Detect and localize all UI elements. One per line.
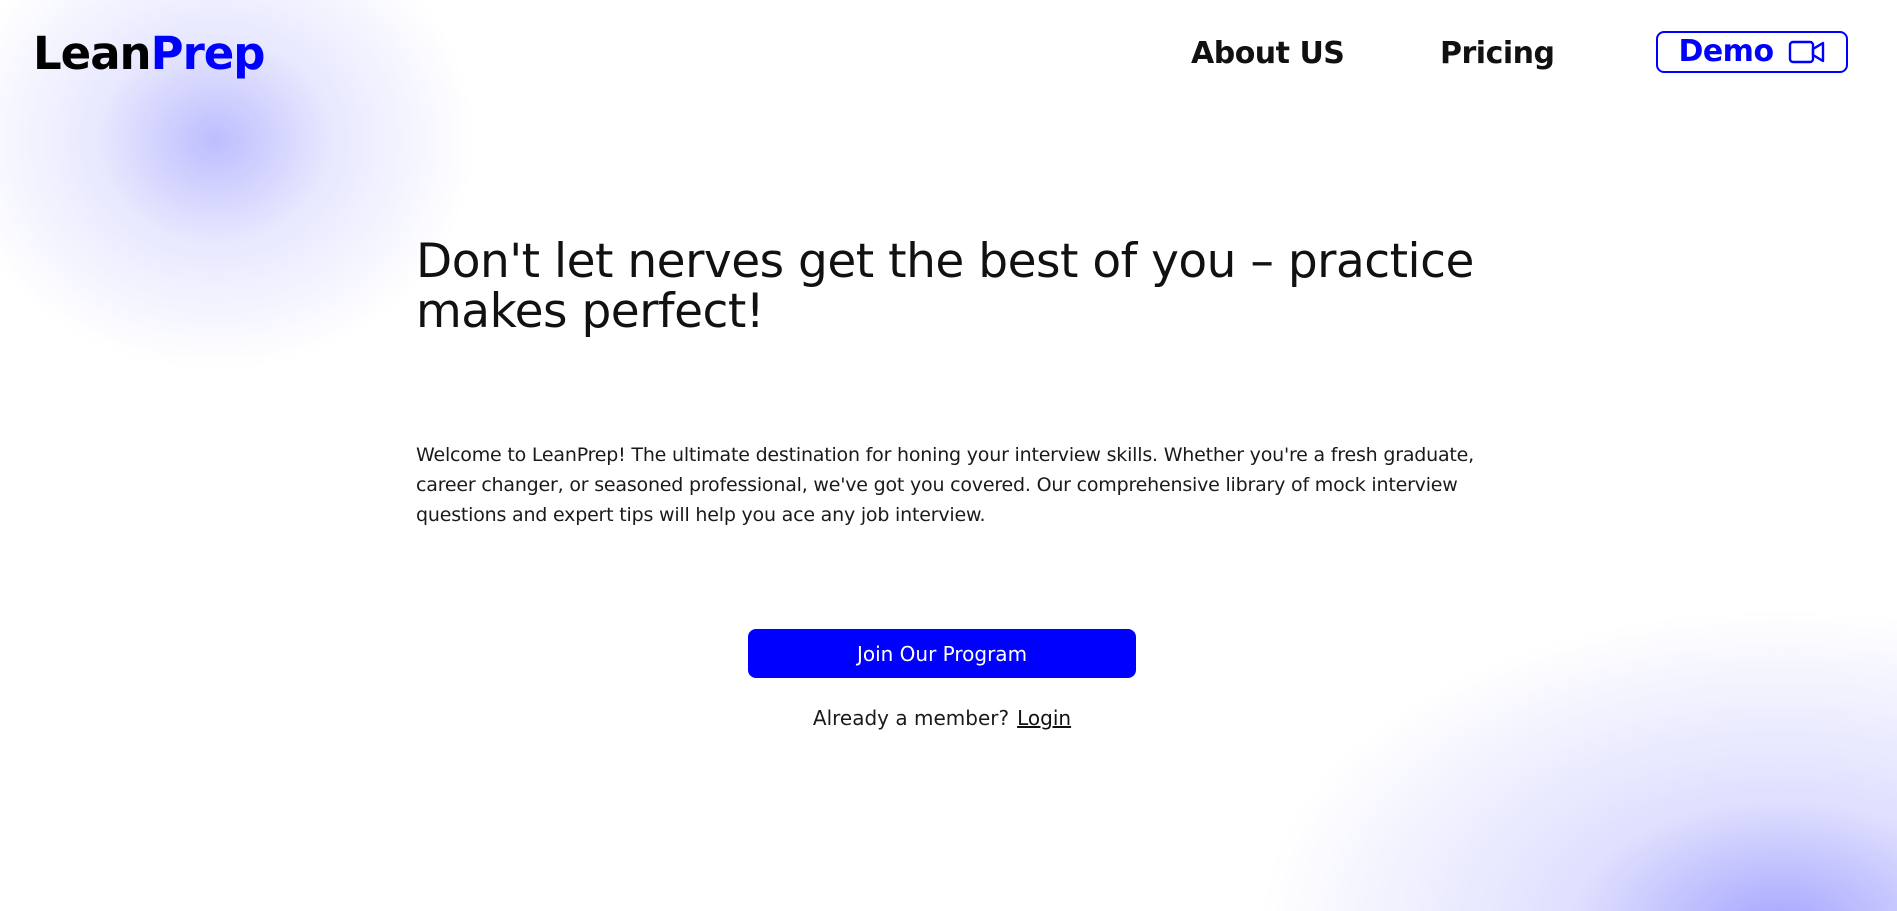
video-camera-icon xyxy=(1788,40,1826,64)
hero-headline: Don't let nerves get the best of you – p… xyxy=(416,234,1474,339)
logo-text-lean: Lean xyxy=(33,27,152,80)
nav-link-about-us[interactable]: About US xyxy=(1191,34,1345,74)
demo-button-label: Demo xyxy=(1678,34,1774,69)
member-prompt-text: Already a member? xyxy=(812,706,1010,730)
logo-text-prep: Prep xyxy=(150,27,266,80)
demo-button[interactable]: Demo xyxy=(1656,31,1848,73)
hero-description: Welcome to LeanPrep! The ultimate destin… xyxy=(416,444,1474,526)
logo[interactable]: LeanPrep xyxy=(33,24,266,84)
member-login-line: Already a member? Login xyxy=(0,703,1884,733)
login-link[interactable]: Login xyxy=(1017,706,1071,730)
nav-link-pricing[interactable]: Pricing xyxy=(1440,34,1555,74)
join-program-button[interactable]: Join Our Program xyxy=(748,629,1136,678)
